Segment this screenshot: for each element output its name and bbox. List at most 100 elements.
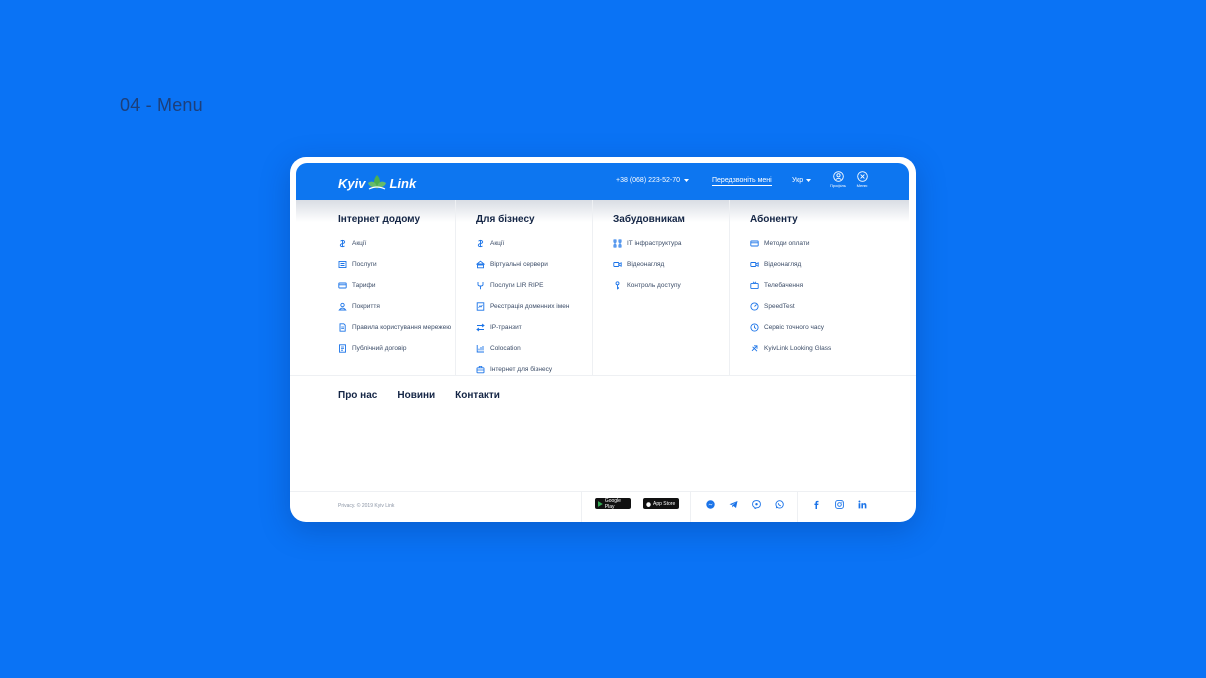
menu-item-label: Методи оплати xyxy=(764,240,810,247)
column-title[interactable]: Абоненту xyxy=(750,214,866,225)
whatsapp-icon[interactable] xyxy=(774,499,784,509)
tariffs-icon xyxy=(338,281,347,290)
menu-item[interactable]: Відеонагляд xyxy=(750,260,866,270)
chevron-down-icon xyxy=(684,178,690,182)
menu-item-label: Контроль доступу xyxy=(627,282,681,289)
logo[interactable]: Kyiv Link xyxy=(338,172,416,194)
menu-item-label: Правила користування мережею xyxy=(352,324,452,331)
google-play-label: Google Play xyxy=(604,497,621,510)
column-title[interactable]: Забудовникам xyxy=(613,214,729,225)
app-store-badge[interactable]: App Store xyxy=(643,498,679,509)
column-title[interactable]: Інтернет додому xyxy=(338,214,455,225)
menu-item[interactable]: Інтернет для бізнесу xyxy=(476,365,592,375)
menu-item[interactable]: KyivLink Looking Glass xyxy=(750,344,866,354)
google-play-badge[interactable]: Google Play xyxy=(595,497,631,510)
chevron-down-icon xyxy=(806,178,812,182)
messenger-icon[interactable] xyxy=(705,499,715,509)
language-selector[interactable]: Укр xyxy=(792,177,812,184)
menu-list: IT інфраструктура Відеонагляд Контроль дос… xyxy=(613,239,729,291)
menu-item[interactable]: Сервіс точного часу xyxy=(750,323,866,333)
infrastructure-icon xyxy=(613,239,622,248)
instagram-icon[interactable] xyxy=(834,499,844,509)
phone-number: +38 (068) 223-52-70 xyxy=(616,177,681,184)
promo-icon xyxy=(338,239,347,248)
promo-icon xyxy=(476,239,485,248)
menu-item-label: Відеонагляд xyxy=(764,261,802,268)
copyright: Privacy. © 2019 Kyiv Link xyxy=(338,503,395,509)
news-link[interactable]: Новини xyxy=(397,390,435,401)
app-store-label: App Store xyxy=(653,500,676,507)
menu-item-label: Послуги LIR RIPE xyxy=(490,282,544,289)
divider xyxy=(690,492,691,522)
user-icon xyxy=(832,171,844,182)
menu-item[interactable]: IP-транзит xyxy=(476,323,592,333)
menu-item[interactable]: IT інфраструктура xyxy=(613,239,729,249)
menu-column: Для бізнесу Акції Віртуальні сервери Послуг… xyxy=(455,200,592,375)
menu-columns: Інтернет додому Акції Послуги Тарифи Покритт… xyxy=(290,200,916,375)
card-icon xyxy=(750,239,759,248)
menu-item[interactable]: Покриття xyxy=(338,302,455,312)
menu-list: Акції Віртуальні сервери Послуги LIR RIPE Р… xyxy=(476,239,592,375)
viber-icon[interactable] xyxy=(751,499,761,509)
callback-link[interactable]: Передзвоніть мені xyxy=(712,177,772,186)
menu-item-label: IT інфраструктура xyxy=(627,240,682,247)
menu-item[interactable]: Публічний договір xyxy=(338,344,455,354)
menu-item[interactable]: Контроль доступу xyxy=(613,281,729,291)
tv-icon xyxy=(750,281,759,290)
menu-item-label: Акції xyxy=(352,240,367,247)
profile-label: Профіль xyxy=(830,183,846,188)
column-title[interactable]: Для бізнесу xyxy=(476,214,592,225)
close-icon xyxy=(856,171,868,182)
glass-icon xyxy=(750,344,759,353)
menu-close-button[interactable]: Меню xyxy=(852,171,872,188)
telegram-icon[interactable] xyxy=(728,499,738,509)
phone-dropdown[interactable]: +38 (068) 223-52-70 xyxy=(616,177,690,184)
domain-icon xyxy=(476,302,485,311)
logo-text-left: Kyiv xyxy=(338,175,366,191)
menu-item[interactable]: Акції xyxy=(476,239,592,249)
menu-item[interactable]: Реєстрація доменних імен xyxy=(476,302,592,312)
divider xyxy=(290,375,916,376)
menu-item[interactable]: Віртуальні сервери xyxy=(476,260,592,270)
menu-list: Акції Послуги Тарифи Покриття Правила корист… xyxy=(338,239,455,354)
menu-item-label: Інтернет для бізнесу xyxy=(490,366,553,373)
servers-icon xyxy=(476,260,485,269)
rules-icon xyxy=(338,323,347,332)
facebook-icon[interactable] xyxy=(811,499,821,509)
linkedin-icon[interactable] xyxy=(857,499,867,509)
menu-item[interactable]: Методи оплати xyxy=(750,239,866,249)
divider xyxy=(797,492,798,522)
about-link[interactable]: Про нас xyxy=(338,390,377,401)
slide-title: 04 - Menu xyxy=(120,95,203,115)
menu-item-label: Відеонагляд xyxy=(627,261,665,268)
menu-item[interactable]: Відеонагляд xyxy=(613,260,729,270)
menu-item[interactable]: SpeedTest xyxy=(750,302,866,312)
camera-icon xyxy=(750,260,759,269)
logo-leaf-icon xyxy=(368,175,387,190)
menu-column: Інтернет додому Акції Послуги Тарифи Покритт… xyxy=(290,200,455,375)
menu-item[interactable]: Тарифи xyxy=(338,281,455,291)
menu-item[interactable]: Colocation xyxy=(476,344,592,354)
menu-item[interactable]: Послуги LIR RIPE xyxy=(476,281,592,291)
menu-label: Меню xyxy=(856,183,868,188)
menu-item[interactable]: Послуги xyxy=(338,260,455,270)
play-icon xyxy=(598,500,603,507)
footer: Privacy. © 2019 Kyiv Link Google Play Ap… xyxy=(290,491,916,522)
transit-icon xyxy=(476,323,485,332)
contacts-link[interactable]: Контакти xyxy=(455,390,500,401)
menu-item[interactable]: Телебачення xyxy=(750,281,866,291)
colocation-icon xyxy=(476,344,485,353)
menu-item[interactable]: Правила користування мережею xyxy=(338,323,455,333)
language-label: Укр xyxy=(792,177,804,184)
menu-item-label: Віртуальні сервери xyxy=(490,261,548,268)
apple-icon xyxy=(646,501,651,507)
menu-column: Забудовникам IT інфраструктура Відеонагляд… xyxy=(592,200,729,375)
profile-button[interactable]: Профіль xyxy=(828,171,848,188)
menu-column: Абоненту Методи оплати Відеонагляд Телебаче… xyxy=(729,200,866,375)
menu-item[interactable]: Акції xyxy=(338,239,455,249)
menu-item-label: KyivLink Looking Glass xyxy=(764,345,832,352)
contract-icon xyxy=(338,344,347,353)
services-icon xyxy=(338,260,347,269)
menu-item-label: IP-транзит xyxy=(490,324,522,331)
coverage-icon xyxy=(338,302,347,311)
